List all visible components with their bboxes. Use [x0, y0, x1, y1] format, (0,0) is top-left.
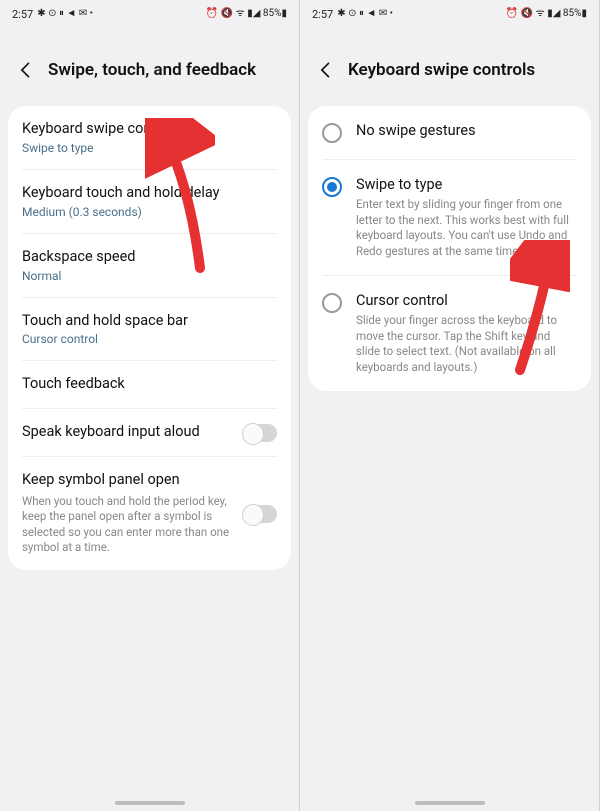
radio-icon: [322, 177, 342, 197]
option-title: Swipe to type: [356, 176, 577, 193]
status-right-icons: ⏰ 🔇 ᯤ ▮◢ 85%▮: [506, 9, 587, 19]
option-title: Cursor control: [356, 292, 577, 309]
toggle-symbol-panel[interactable]: [243, 505, 277, 523]
option-desc: Slide your finger across the keyboard to…: [356, 313, 577, 375]
item-touch-hold-delay[interactable]: Keyboard touch and hold delay Medium (0.…: [22, 170, 277, 234]
item-title: Touch feedback: [22, 375, 277, 394]
item-hold-space-bar[interactable]: Touch and hold space bar Cursor control: [22, 298, 277, 362]
status-left-icons: ✱ ⊙ ⏸ ◄ ✉ •: [337, 9, 393, 19]
item-title: Speak keyboard input aloud: [22, 423, 233, 442]
status-right-icons: ⏰ 🔇 ᯤ ▮◢ 85%▮: [206, 9, 287, 19]
options-card: No swipe gestures Swipe to type Enter te…: [308, 106, 591, 391]
option-cursor-control[interactable]: Cursor control Slide your finger across …: [322, 276, 577, 391]
home-indicator[interactable]: [115, 801, 185, 805]
page-title: Keyboard swipe controls: [348, 60, 535, 80]
item-desc: When you touch and hold the period key, …: [22, 494, 233, 556]
item-sub: Swipe to type: [22, 141, 277, 155]
option-swipe-to-type[interactable]: Swipe to type Enter text by sliding your…: [322, 160, 577, 276]
item-title: Backspace speed: [22, 248, 277, 267]
toggle-speak-input[interactable]: [243, 424, 277, 442]
item-keyboard-swipe-controls[interactable]: Keyboard swipe controls Swipe to type: [22, 106, 277, 170]
status-left-icons: ✱ ⊙ ⏸ ◄ ✉ •: [37, 9, 93, 19]
status-bar: 2:57 ✱ ⊙ ⏸ ◄ ✉ • ⏰ 🔇 ᯤ ▮◢ 85%▮: [300, 0, 599, 28]
item-sub: Normal: [22, 269, 277, 283]
item-sub: Cursor control: [22, 332, 277, 346]
screen-swipe-touch-feedback: 2:57 ✱ ⊙ ⏸ ◄ ✉ • ⏰ 🔇 ᯤ ▮◢ 85%▮ Swipe, to…: [0, 0, 300, 811]
item-touch-feedback[interactable]: Touch feedback: [22, 361, 277, 409]
back-button[interactable]: [14, 58, 38, 82]
radio-icon: [322, 293, 342, 313]
option-title: No swipe gestures: [356, 122, 577, 139]
option-desc: Enter text by sliding your finger from o…: [356, 197, 577, 259]
item-title: Keep symbol panel open: [22, 471, 233, 490]
chevron-left-icon: [316, 60, 336, 80]
status-bar: 2:57 ✱ ⊙ ⏸ ◄ ✉ • ⏰ 🔇 ᯤ ▮◢ 85%▮: [0, 0, 299, 28]
status-time: 2:57: [12, 8, 33, 21]
settings-card: Keyboard swipe controls Swipe to type Ke…: [8, 106, 291, 570]
home-indicator[interactable]: [415, 801, 485, 805]
status-time: 2:57: [312, 8, 333, 21]
back-button[interactable]: [314, 58, 338, 82]
item-speak-input-aloud[interactable]: Speak keyboard input aloud: [22, 409, 277, 457]
item-title: Keyboard touch and hold delay: [22, 184, 277, 203]
chevron-left-icon: [16, 60, 36, 80]
radio-icon: [322, 123, 342, 143]
item-title: Keyboard swipe controls: [22, 120, 277, 139]
option-no-swipe[interactable]: No swipe gestures: [322, 106, 577, 160]
page-header: Keyboard swipe controls: [300, 28, 599, 106]
item-backspace-speed[interactable]: Backspace speed Normal: [22, 234, 277, 298]
page-title: Swipe, touch, and feedback: [48, 60, 256, 80]
item-title: Touch and hold space bar: [22, 312, 277, 331]
item-sub: Medium (0.3 seconds): [22, 205, 277, 219]
page-header: Swipe, touch, and feedback: [0, 28, 299, 106]
screen-keyboard-swipe-controls: 2:57 ✱ ⊙ ⏸ ◄ ✉ • ⏰ 🔇 ᯤ ▮◢ 85%▮ Keyboard …: [300, 0, 600, 811]
item-keep-symbol-panel[interactable]: Keep symbol panel open When you touch an…: [22, 457, 277, 570]
